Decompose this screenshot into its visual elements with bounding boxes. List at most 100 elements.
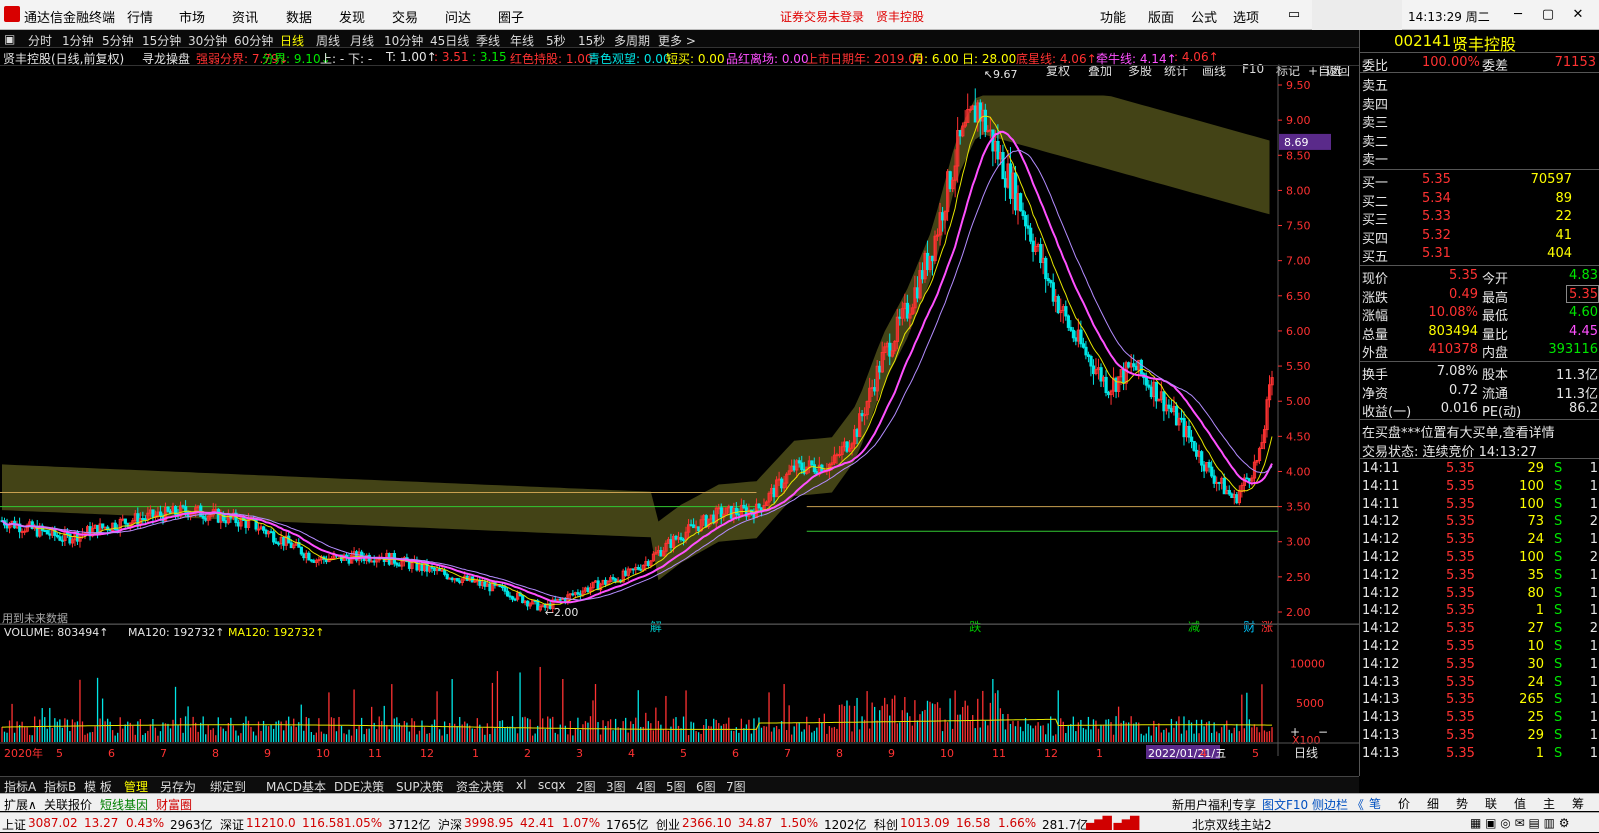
index-label[interactable]: 深证 bbox=[220, 816, 244, 833]
period-1min[interactable]: 1分钟 bbox=[62, 32, 94, 49]
tick-volume: 100 bbox=[1519, 550, 1544, 565]
candle-body bbox=[1003, 178, 1008, 188]
period-yearly[interactable]: 年线 bbox=[510, 32, 534, 49]
bid-price[interactable]: 5.34 bbox=[1422, 191, 1451, 206]
zoom-out-icon[interactable]: − bbox=[1318, 725, 1328, 739]
period-daily[interactable]: 日线 bbox=[280, 32, 304, 49]
period-10min[interactable]: 10分钟 bbox=[384, 32, 423, 49]
candle-body bbox=[307, 552, 311, 561]
btn-sidebar[interactable]: 侧边栏 《 bbox=[1312, 796, 1364, 813]
expand-icon[interactable]: ▭ bbox=[1283, 4, 1305, 26]
minimize-icon[interactable]: ─ bbox=[1507, 4, 1529, 26]
menu-square-icon[interactable]: ▣ bbox=[4, 32, 15, 46]
quote-tab-7[interactable]: 筹 bbox=[1572, 795, 1584, 812]
menu-gongneng[interactable]: 功能 bbox=[1100, 7, 1126, 26]
menu-hangqing[interactable]: 行情 bbox=[127, 7, 153, 26]
period-more[interactable]: 更多 > bbox=[658, 32, 696, 49]
menu-shuju[interactable]: 数据 bbox=[286, 7, 312, 26]
period-monthly[interactable]: 月线 bbox=[350, 32, 374, 49]
btn-short-gene[interactable]: 短线基因 bbox=[100, 796, 148, 813]
bid-price[interactable]: 5.31 bbox=[1422, 246, 1451, 261]
indicator-name[interactable]: 寻龙操盘 bbox=[142, 50, 190, 65]
btn-wealth-circle[interactable]: 财富圈 bbox=[156, 796, 192, 813]
tick-row: 14:12 5.35 10 S 1 bbox=[1360, 638, 1599, 656]
kline-chart[interactable]: 9.50 9.00 8.50 8.00 7.50 7.00 6.50 6.00 5.50 5.00… bbox=[0, 66, 1359, 776]
ask-label: 卖一 bbox=[1362, 153, 1389, 169]
period-30min[interactable]: 30分钟 bbox=[188, 32, 227, 49]
period-15min[interactable]: 15分钟 bbox=[142, 32, 181, 49]
stat2-row: 换手 7.08% 股本 11.3亿 bbox=[1360, 363, 1599, 383]
period-weekly[interactable]: 周线 bbox=[316, 32, 340, 49]
candle-body bbox=[629, 568, 633, 571]
period-5min[interactable]: 5分钟 bbox=[102, 32, 134, 49]
ask-row: 卖四 bbox=[1360, 93, 1599, 113]
tick-volume: 100 bbox=[1519, 478, 1544, 494]
candle-body bbox=[576, 592, 580, 595]
period-15sec[interactable]: 15秒 bbox=[578, 32, 605, 49]
candle-body bbox=[500, 586, 505, 589]
menu-banmian[interactable]: 版面 bbox=[1148, 7, 1174, 26]
bid-price[interactable]: 5.32 bbox=[1422, 228, 1451, 243]
candle-body bbox=[1051, 282, 1055, 302]
tick-row: 14:11 5.35 100 S 1 bbox=[1360, 496, 1599, 514]
stat-label: 最高 bbox=[1482, 290, 1509, 306]
zoom-in-icon[interactable]: + bbox=[1290, 725, 1300, 739]
indicator-tab-11[interactable]: scqx bbox=[538, 778, 566, 792]
index-amount: 1765亿 bbox=[606, 818, 649, 832]
candle-body bbox=[309, 559, 314, 562]
maximize-icon[interactable]: ▢ bbox=[1537, 4, 1559, 26]
quote-tab-5[interactable]: 值 bbox=[1514, 795, 1526, 812]
index-label[interactable]: 沪深 bbox=[438, 816, 462, 833]
btn-related-quote[interactable]: 关联报价 bbox=[44, 796, 92, 813]
current-stock-notice[interactable]: 贤丰控股 bbox=[876, 8, 924, 25]
login-notice[interactable]: 证券交易未登录 bbox=[780, 8, 864, 25]
menu-zixun[interactable]: 资讯 bbox=[232, 7, 258, 26]
bid-price[interactable]: 5.33 bbox=[1422, 209, 1451, 224]
close-icon[interactable]: ✕ bbox=[1567, 4, 1589, 26]
volume-bars-group bbox=[1, 666, 1273, 742]
candle-body bbox=[151, 509, 155, 518]
menu-quanzi[interactable]: 圈子 bbox=[498, 7, 524, 26]
menu-gongshi[interactable]: 公式 bbox=[1191, 7, 1217, 26]
tick-volume: 25 bbox=[1527, 710, 1544, 726]
tick-count: 2 bbox=[1589, 550, 1598, 565]
btn-new-user[interactable]: 新用户福利专享 bbox=[1172, 796, 1256, 813]
quote-tab-1[interactable]: 价 bbox=[1398, 795, 1410, 812]
quote-tab-3[interactable]: 势 bbox=[1456, 795, 1468, 812]
period-fenshi[interactable]: 分时 bbox=[28, 32, 52, 49]
btn-expand[interactable]: 扩展∧ bbox=[4, 796, 37, 813]
index-label[interactable]: 科创 bbox=[874, 816, 898, 833]
tick-price: 5.35 bbox=[1446, 692, 1475, 708]
quote-tab-2[interactable]: 细 bbox=[1427, 795, 1439, 812]
candle-body bbox=[812, 464, 816, 473]
server-name[interactable]: 北京双线主站2 bbox=[1192, 816, 1272, 833]
big-order-notice[interactable]: 在买盘***位置有大买单,查看详情 bbox=[1362, 422, 1555, 441]
menu-jiaoyi[interactable]: 交易 bbox=[392, 7, 418, 26]
tick-side: S bbox=[1554, 567, 1563, 583]
period-quarterly[interactable]: 季线 bbox=[476, 32, 500, 49]
quote-tab-6[interactable]: 主 bbox=[1543, 795, 1555, 812]
period-60min[interactable]: 60分钟 bbox=[234, 32, 273, 49]
volume-ma2: MA120: 192732↑ bbox=[228, 626, 325, 639]
candle-body bbox=[973, 105, 977, 123]
menu-faxian[interactable]: 发现 bbox=[339, 7, 365, 26]
candle-body bbox=[797, 460, 801, 464]
period-label: 日线 bbox=[1294, 746, 1318, 760]
period-multi[interactable]: 多周期 bbox=[614, 32, 650, 49]
quote-tab-4[interactable]: 联 bbox=[1485, 795, 1497, 812]
indicator-tab-10[interactable]: xl bbox=[516, 778, 526, 792]
btn-f10-graphic[interactable]: 图文F10 bbox=[1262, 796, 1308, 813]
menu-shichang[interactable]: 市场 bbox=[179, 7, 205, 26]
stat-value: 4.45 bbox=[1569, 323, 1598, 339]
menu-wenda[interactable]: 问达 bbox=[445, 7, 471, 26]
period-45day[interactable]: 45日线 bbox=[430, 32, 469, 49]
menu-xuanxiang[interactable]: 选项 bbox=[1233, 7, 1259, 26]
index-label[interactable]: 创业 bbox=[656, 816, 680, 833]
quote-tab-0[interactable]: 笔 bbox=[1369, 795, 1381, 812]
candle-body bbox=[1210, 466, 1214, 477]
period-5sec[interactable]: 5秒 bbox=[546, 32, 566, 49]
bid-price[interactable]: 5.35 bbox=[1422, 172, 1451, 187]
index-label[interactable]: 上证 bbox=[2, 816, 26, 833]
stat-value: 86.2 bbox=[1569, 401, 1598, 417]
stock-code[interactable]: 002141 bbox=[1394, 32, 1451, 50]
